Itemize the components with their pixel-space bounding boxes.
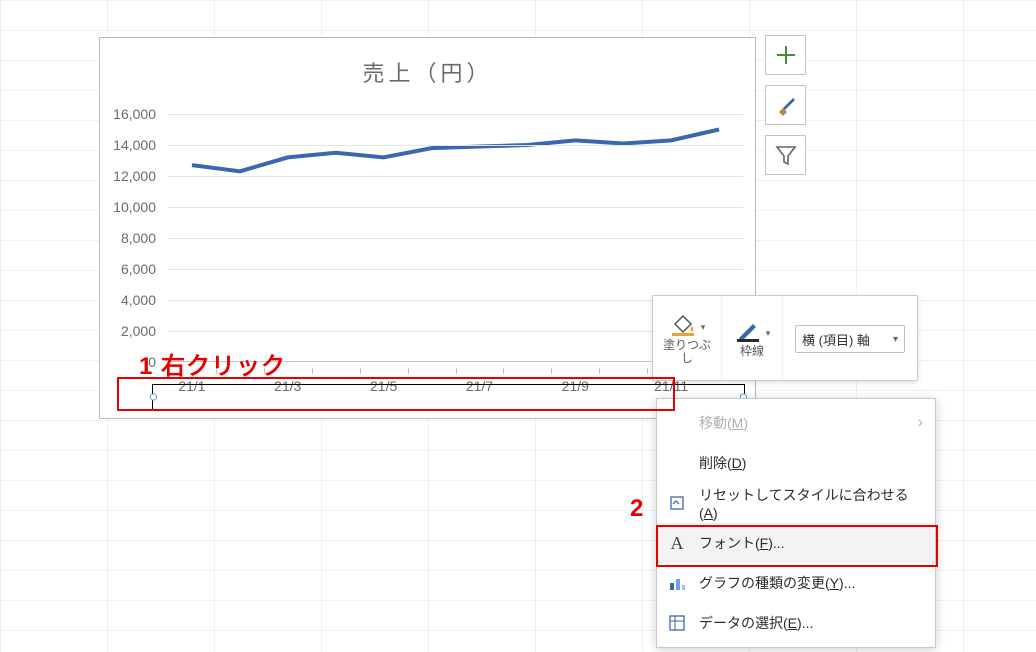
element-selector[interactable]: 横 (項目) 軸 ▾ [783, 296, 917, 380]
x-tick [503, 368, 504, 374]
ctx-change-chart-type[interactable]: グラフの種類の変更(Y)... [657, 563, 935, 603]
brush-icon [774, 93, 798, 117]
select-data-icon [667, 613, 687, 633]
y-tick-label: 10,000 [113, 199, 156, 215]
gridline [168, 207, 743, 208]
ctx-delete[interactable]: 削除(D) [657, 443, 935, 483]
gridline [168, 269, 743, 270]
chart-type-icon [667, 573, 687, 593]
x-tick [599, 368, 600, 374]
y-tick-label: 2,000 [121, 323, 156, 339]
context-menu: 移動(M) › 削除(D) リセットしてスタイルに合わせる(A) A フォント(… [656, 398, 936, 648]
x-tick [456, 368, 457, 374]
mini-toolbar: ▾ 塗りつぶし ▾ 枠線 横 (項目) 軸 ▾ [652, 295, 918, 381]
x-tick-label[interactable]: 21/9 [562, 378, 589, 394]
element-selector-value: 横 (項目) 軸 [802, 330, 870, 349]
chart-filter-button[interactable] [765, 135, 806, 175]
chart-side-tools [765, 35, 807, 175]
y-tick-label: 14,000 [113, 137, 156, 153]
chevron-down-icon: ▾ [893, 334, 898, 345]
x-tick [647, 368, 648, 374]
x-tick [360, 368, 361, 374]
y-axis-labels: 02,0004,0006,0008,00010,00012,00014,0001… [108, 114, 162, 362]
gridline [168, 114, 743, 115]
outline-pen-icon [734, 319, 762, 343]
y-tick-label: 16,000 [113, 106, 156, 122]
outline-label: 枠線 [740, 345, 764, 358]
x-tick-label[interactable]: 21/5 [370, 378, 397, 394]
chart-title: 売上（円） [100, 56, 755, 88]
ctx-font[interactable]: A フォント(F)... [657, 523, 935, 563]
x-tick-label[interactable]: 21/7 [466, 378, 493, 394]
fill-bucket-icon [669, 313, 697, 337]
x-tick [408, 368, 409, 374]
gridline [168, 145, 743, 146]
ctx-select-data[interactable]: データの選択(E)... [657, 603, 935, 643]
outline-dropdown[interactable]: ▾ 枠線 [722, 296, 783, 380]
y-tick-label: 6,000 [121, 261, 156, 277]
annotation-step1: 1 右クリック [139, 346, 286, 381]
chevron-down-icon: ▾ [701, 322, 706, 333]
gridline [168, 238, 743, 239]
y-tick-label: 12,000 [113, 168, 156, 184]
ctx-reset-style[interactable]: リセットしてスタイルに合わせる(A) [657, 483, 935, 523]
ctx-move: 移動(M) › [657, 403, 935, 443]
fill-dropdown[interactable]: ▾ 塗りつぶし [653, 296, 722, 380]
reset-icon [667, 493, 687, 513]
annotation-step2: 2 [630, 495, 644, 523]
gridline [168, 176, 743, 177]
chart-styles-button[interactable] [765, 85, 806, 125]
fill-label: 塗りつぶし [659, 339, 715, 365]
font-icon: A [667, 533, 687, 553]
chevron-right-icon: › [918, 414, 923, 432]
data-series-line[interactable] [192, 130, 719, 172]
chart-add-element-button[interactable] [765, 35, 806, 75]
plus-icon [774, 43, 798, 67]
x-tick [312, 368, 313, 374]
y-tick-label: 4,000 [121, 292, 156, 308]
x-tick [551, 368, 552, 374]
y-tick-label: 8,000 [121, 230, 156, 246]
funnel-icon [774, 143, 798, 167]
chevron-down-icon: ▾ [766, 328, 771, 339]
